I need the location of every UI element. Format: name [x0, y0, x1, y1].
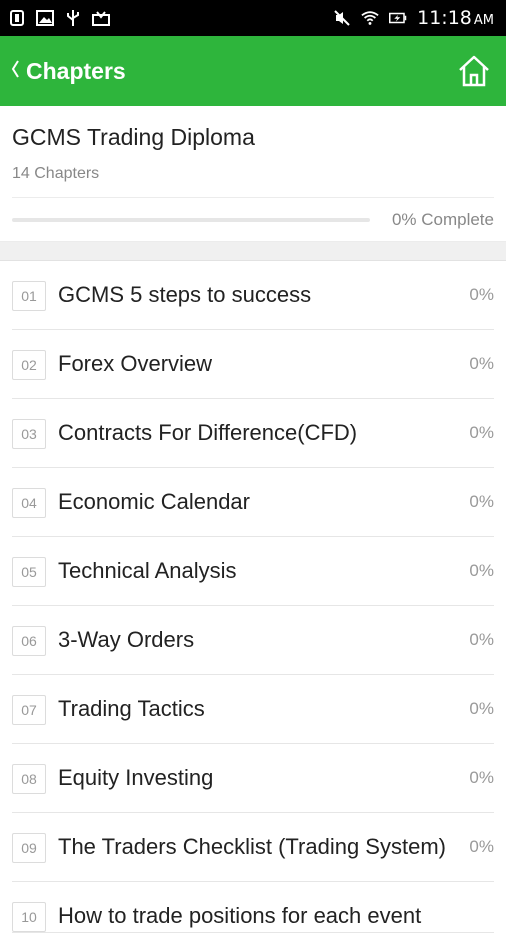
battery-icon: [389, 9, 407, 27]
chapter-number: 10: [12, 902, 46, 932]
section-divider: [0, 242, 506, 261]
chapter-title: 3-Way Orders: [58, 627, 195, 652]
mute-icon: [333, 9, 351, 27]
status-icons-right: 11:18 AM: [333, 7, 494, 29]
chapter-number: 06: [12, 626, 46, 656]
chapter-title: Forex Overview: [58, 351, 213, 376]
chapter-row[interactable]: 06 3-Way Orders 0%: [12, 606, 494, 675]
chapter-progress: 0%: [469, 561, 494, 580]
progress-label: 0% Complete: [391, 210, 494, 229]
chapter-number: 08: [12, 764, 46, 794]
chapter-title: Economic Calendar: [58, 489, 250, 514]
app-header: Chapters: [0, 36, 506, 106]
chapter-row[interactable]: 02 Forex Overview 0%: [12, 330, 494, 399]
chapter-row[interactable]: 10 How to trade positions for each event: [12, 882, 494, 933]
chapter-progress: 0%: [469, 837, 494, 856]
chapter-count: 14 Chapters: [12, 165, 494, 198]
course-summary: GCMS Trading Diploma 14 Chapters 0% Comp…: [0, 106, 506, 242]
chapter-row[interactable]: 04 Economic Calendar 0%: [12, 468, 494, 537]
chapter-row[interactable]: 09 The Traders Checklist (Trading System)…: [12, 813, 494, 882]
header-title: Chapters: [26, 57, 126, 84]
chapter-number: 01: [12, 281, 46, 311]
chapter-row[interactable]: 07 Trading Tactics 0%: [12, 675, 494, 744]
chapter-number: 03: [12, 419, 46, 449]
notification-icon: [8, 9, 26, 27]
chapter-row[interactable]: 01 GCMS 5 steps to success 0%: [12, 261, 494, 330]
status-time: 11:18 AM: [417, 7, 494, 29]
chapter-title: Equity Investing: [58, 765, 214, 790]
chapter-title: GCMS 5 steps to success: [58, 282, 312, 307]
chapter-number: 09: [12, 833, 46, 863]
chapter-progress: 0%: [469, 354, 494, 373]
chapter-progress: 0%: [469, 768, 494, 787]
course-title: GCMS Trading Diploma: [12, 124, 255, 150]
image-icon: [36, 9, 54, 27]
chevron-left-icon: [10, 59, 20, 83]
home-icon[interactable]: [456, 53, 492, 89]
course-progress: 0% Complete: [12, 210, 494, 230]
chapter-title: Technical Analysis: [58, 558, 237, 583]
chapter-title: Trading Tactics: [58, 696, 205, 721]
back-button[interactable]: Chapters: [10, 58, 126, 85]
chapter-progress: 0%: [469, 630, 494, 649]
chapter-row[interactable]: 05 Technical Analysis 0%: [12, 537, 494, 606]
chapter-number: 07: [12, 695, 46, 725]
chapter-number: 05: [12, 557, 46, 587]
progress-bar: [12, 218, 370, 222]
chapter-row[interactable]: 08 Equity Investing 0%: [12, 744, 494, 813]
chapter-number: 04: [12, 488, 46, 518]
chapter-title: How to trade positions for each event: [58, 903, 422, 928]
chapter-progress: 0%: [469, 699, 494, 718]
chapter-number: 02: [12, 350, 46, 380]
chapter-list: 01 GCMS 5 steps to success 0% 02 Forex Overv…: [0, 261, 506, 933]
chapter-progress: 0%: [469, 492, 494, 511]
chapter-progress: 0%: [469, 423, 494, 442]
download-icon: [92, 9, 110, 27]
chapter-row[interactable]: 03 Contracts For Difference(CFD) 0%: [12, 399, 494, 468]
status-bar: 11:18 AM: [0, 0, 506, 36]
wifi-icon: [361, 9, 379, 27]
chapter-title: Contracts For Difference(CFD): [58, 420, 358, 445]
chapter-title: The Traders Checklist (Trading System): [58, 834, 446, 859]
status-icons-left: [8, 9, 110, 27]
usb-icon: [64, 9, 82, 27]
chapter-progress: 0%: [469, 285, 494, 304]
